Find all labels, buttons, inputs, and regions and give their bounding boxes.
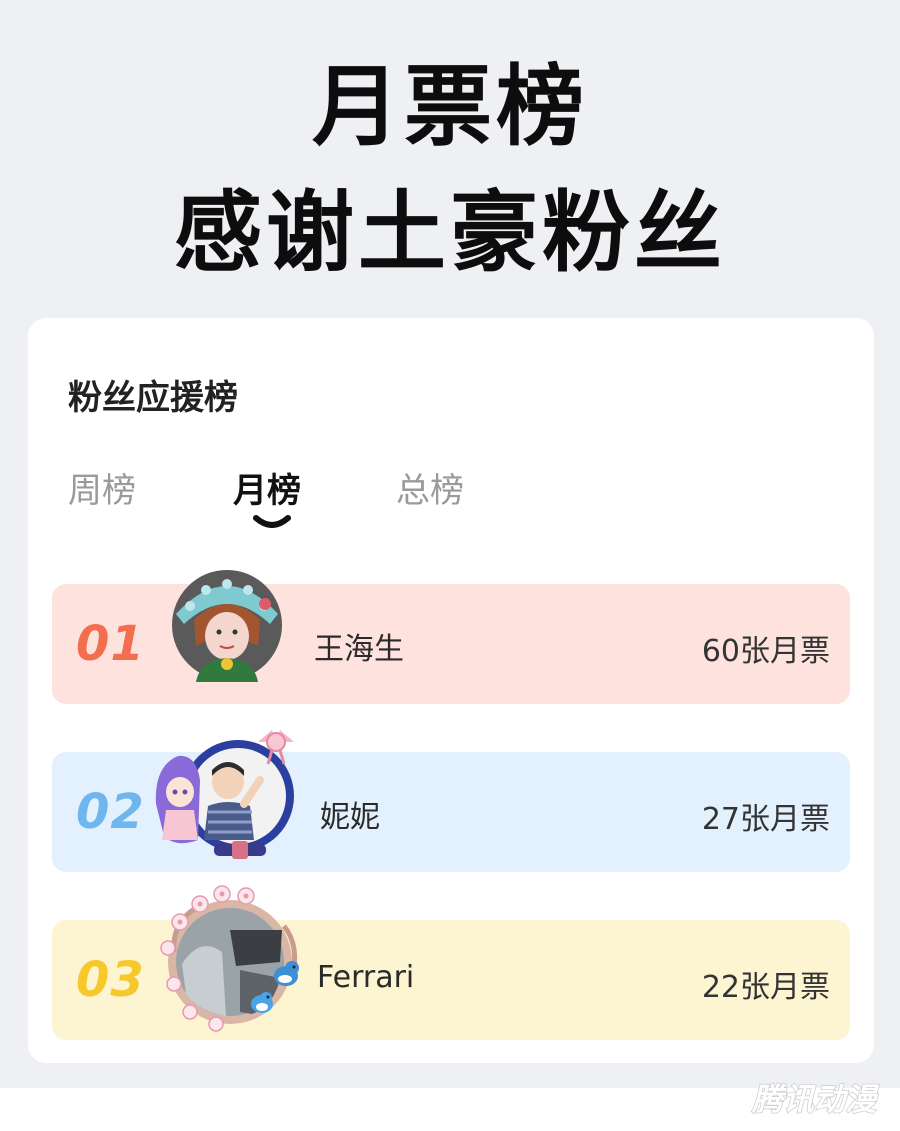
fan-name: 妮妮 [320,800,380,835]
fan-name: 王海生 [314,632,404,667]
ranking-row-3[interactable]: 03 Ferrari 22张月票 [52,885,850,1040]
vote-count: 27张月票 [701,802,830,837]
card-title: 粉丝应援榜 [68,378,238,418]
tab-weekly[interactable]: 周榜 [68,463,136,512]
watermark-text: 腾讯动漫 [751,1082,880,1118]
page-subtitle: 感谢土豪粉丝 [173,181,726,284]
tencent-comics-watermark-logo: 腾讯动漫 [750,1081,880,1118]
tab-monthly[interactable]: 月榜 [233,463,301,512]
vote-count: 22张月票 [701,970,830,1005]
fan-support-card: 粉丝应援榜 周榜 月榜 总榜 01 王海生 60张月票 02 妮妮 27张月票 … [28,318,874,1063]
rank-number: 03 [76,952,145,1008]
ranking-row-2[interactable]: 02 妮妮 27张月票 [52,730,850,872]
baby-photo-avatar-icon [155,730,294,859]
active-tab-indicator [253,515,291,528]
photo-avatar-flower-frame-icon [160,885,299,1032]
vote-count: 60张月票 [701,634,830,669]
rank-number: 01 [76,616,145,672]
ranking-row-1[interactable]: 01 王海生 60张月票 [52,570,850,704]
page-title: 月票榜 [311,55,588,158]
fan-name: Ferrari [317,960,415,995]
tab-total[interactable]: 总榜 [396,463,464,512]
rank-number: 02 [76,784,145,840]
cartoon-girl-avatar-icon [172,570,282,682]
